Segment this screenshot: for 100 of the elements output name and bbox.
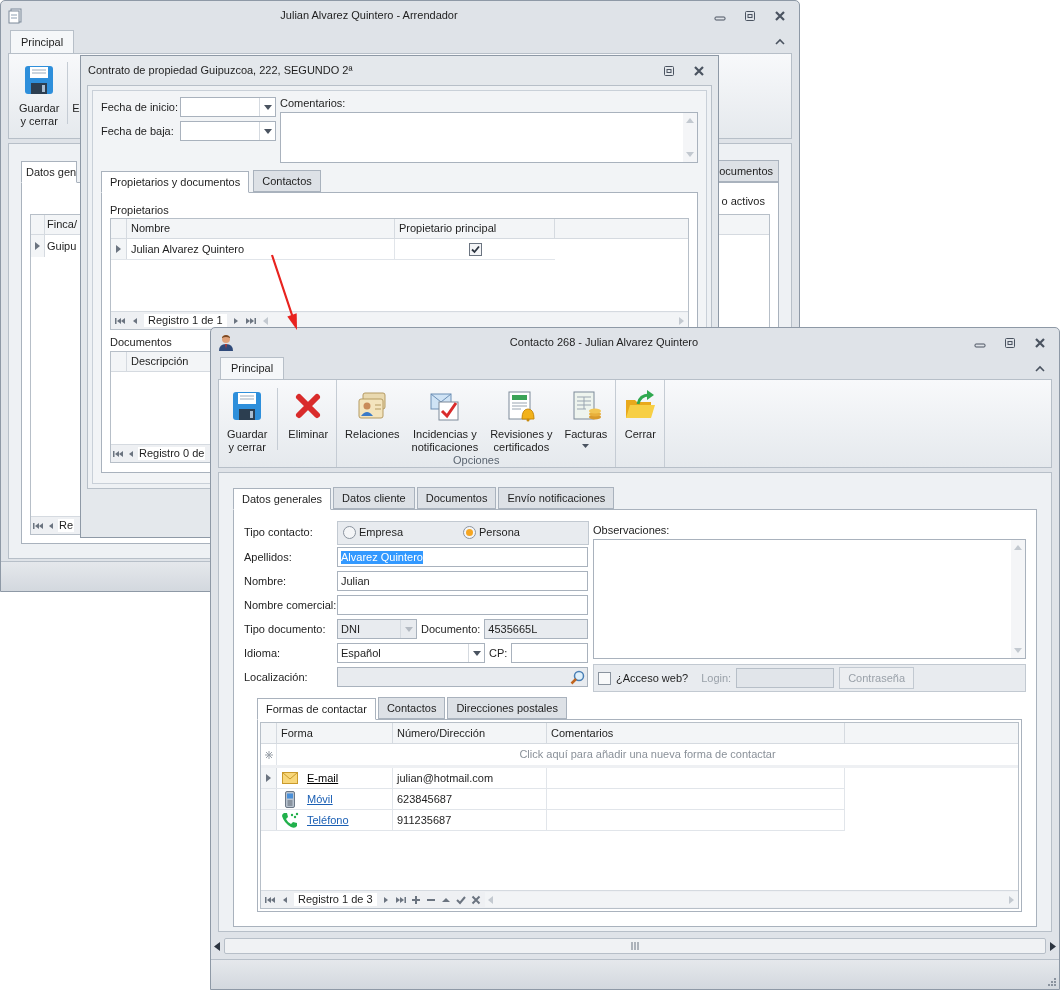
column-header[interactable]: Nombre — [127, 219, 395, 238]
ribbon-group-label: Opciones — [452, 454, 500, 468]
tab[interactable]: Direcciones postales — [447, 697, 567, 719]
ribbon-button[interactable]: Revisiones y certificados — [486, 388, 557, 454]
filter-label: o activos — [721, 195, 765, 208]
link[interactable]: Teléfono — [307, 813, 349, 827]
checkbox[interactable] — [468, 242, 482, 256]
column-header[interactable]: Finca/ — [45, 215, 79, 234]
column-header[interactable]: Descripción — [127, 352, 193, 371]
login-field[interactable] — [736, 668, 835, 688]
pager-text: Registro 1 de 3 — [294, 893, 377, 906]
grip-icon[interactable] — [631, 942, 639, 950]
envelope-icon — [282, 772, 298, 784]
date-field[interactable] — [180, 121, 276, 141]
horizontal-scrollbar[interactable] — [224, 938, 1046, 954]
dropdown-arrow-icon[interactable] — [472, 650, 481, 656]
dropdown-arrow-icon[interactable] — [263, 104, 272, 110]
field-label: Nombre comercial: — [244, 598, 337, 612]
ribbon-tab[interactable]: Principal — [10, 30, 75, 53]
ribbon-tab[interactable]: Principal — [220, 357, 285, 379]
ribbon-button[interactable]: Cerrar — [620, 388, 661, 441]
tab[interactable]: Contactos — [253, 170, 321, 192]
close-icon[interactable] — [693, 64, 705, 77]
tab[interactable]: Datos gen — [21, 161, 78, 183]
column-header[interactable]: Forma — [277, 723, 393, 743]
text-field[interactable]: Julian — [337, 571, 588, 591]
field-label: Idioma: — [244, 646, 282, 660]
ribbon-button[interactable]: Relaciones — [341, 388, 404, 441]
window-title: Contacto 268 - Julian Alvarez Quintero — [508, 336, 700, 349]
current-row-icon — [116, 245, 121, 253]
collapse-ribbon-icon[interactable] — [775, 38, 785, 45]
observations-field[interactable] — [593, 539, 1026, 659]
date-field[interactable] — [180, 97, 276, 117]
ribbon-button[interactable]: Eliminar — [284, 388, 333, 441]
ribbon-button[interactable]: Guardar y cerrar — [223, 388, 272, 454]
phone-icon — [281, 811, 299, 829]
table-cell: julian@hotmail.com — [393, 768, 547, 788]
field-label: Documento: — [420, 622, 482, 636]
scroll-left-icon[interactable] — [214, 941, 220, 951]
pager-text: Re — [58, 519, 75, 532]
field-label: Tipo contacto: — [244, 526, 314, 539]
tab[interactable]: Datos cliente — [333, 487, 415, 509]
ribbon-button-label[interactable]: E — [72, 102, 80, 115]
tab[interactable]: Envío notificaciones — [498, 487, 615, 509]
id-card-icon — [356, 390, 389, 422]
document-bell-icon — [505, 390, 538, 422]
link[interactable]: Móvil — [307, 792, 333, 806]
pager-text: Registro 1 de 1 — [144, 314, 227, 327]
scroll-right-icon[interactable] — [1050, 941, 1056, 951]
link[interactable]: E-mail — [307, 771, 339, 785]
vertical-scrollbar[interactable] — [1011, 540, 1025, 658]
section-title: Propietarios — [110, 204, 170, 217]
field-label: Tipo documento: — [244, 622, 327, 636]
comments-field[interactable] — [280, 112, 698, 163]
field-label: Login: — [701, 671, 732, 685]
field-label: Observaciones: — [593, 524, 671, 537]
column-header[interactable]: Número/Dirección — [393, 723, 547, 743]
tab[interactable]: Datos generales — [233, 488, 332, 510]
close-icon[interactable] — [774, 9, 786, 22]
maximize-icon[interactable] — [1004, 336, 1016, 349]
field-label: Comentarios: — [280, 97, 347, 110]
text-field[interactable] — [511, 643, 588, 663]
tab[interactable]: Propietarios y documentos — [101, 171, 250, 193]
window-title: Julian Alvarez Quintero - Arrendador — [279, 9, 459, 22]
maximize-icon[interactable] — [663, 64, 675, 77]
table-cell: 911235687 — [393, 810, 547, 830]
tab[interactable]: Documentos — [416, 487, 497, 509]
resize-grip-icon[interactable] — [1047, 977, 1056, 986]
dropdown-arrow-icon[interactable] — [263, 128, 272, 134]
cancel-icon[interactable] — [469, 893, 482, 906]
radio-button[interactable]: Persona — [463, 526, 583, 539]
column-header[interactable]: Propietario principal — [395, 219, 555, 238]
collapse-ribbon-icon[interactable] — [1035, 365, 1045, 372]
tab[interactable]: Contactos — [377, 697, 446, 719]
current-row-icon — [266, 774, 271, 782]
envelope-check-icon — [428, 390, 461, 422]
column-header[interactable]: Comentarios — [547, 723, 845, 743]
tab[interactable]: Formas de contactar — [257, 698, 376, 720]
current-row-icon — [35, 242, 40, 250]
tab[interactable]: ocumentos — [717, 160, 779, 182]
field-label: Nombre: — [244, 574, 288, 588]
field-label: Fecha de baja: — [101, 124, 175, 138]
close-icon[interactable] — [1034, 336, 1046, 349]
ribbon-button[interactable]: Facturas — [560, 388, 612, 448]
table-cell-text: Guipu — [46, 238, 78, 254]
window-title: Contrato de propiedad Guipuzcoa, 222, SEGUNDO 2ª — [88, 64, 354, 77]
text-field[interactable] — [337, 595, 588, 615]
person-icon — [218, 334, 234, 351]
radio-icon[interactable] — [463, 526, 476, 539]
vertical-scrollbar[interactable] — [683, 113, 697, 162]
table-cell: 623845687 — [393, 789, 547, 809]
field-label: Apellidos: — [244, 550, 293, 564]
ribbon-button[interactable]: Incidencias y notificaciones — [407, 388, 483, 454]
ribbon-button[interactable]: Guardar y cerrar — [15, 62, 64, 128]
radio-button[interactable]: Empresa — [343, 526, 463, 539]
dropdown-field[interactable]: Español — [337, 643, 485, 663]
add-icon[interactable] — [409, 893, 422, 906]
table-cell: Julian Alvarez Quintero — [127, 239, 395, 259]
maximize-icon[interactable] — [744, 9, 756, 22]
radio-icon[interactable] — [343, 526, 356, 539]
